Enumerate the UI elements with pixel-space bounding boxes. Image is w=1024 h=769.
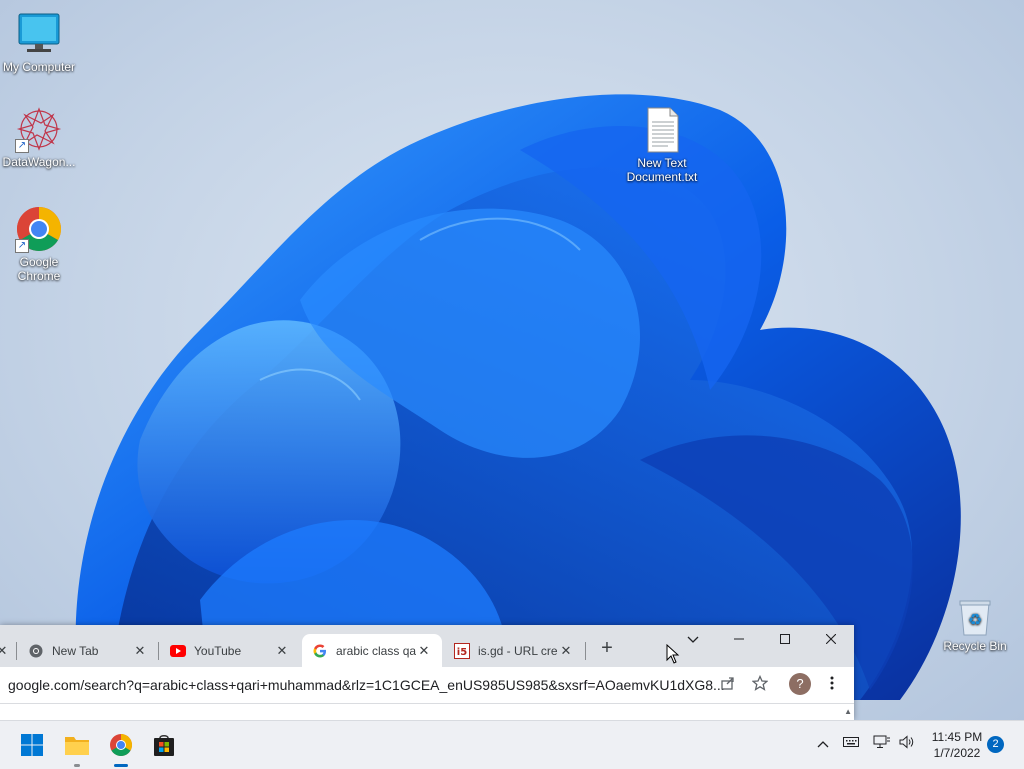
- desktop-icon-label: My Computer: [2, 60, 76, 74]
- maximize-icon: [780, 634, 790, 644]
- more-menu-icon[interactable]: [822, 675, 842, 695]
- tab-google-search-active[interactable]: arabic class qari ✕: [302, 634, 442, 667]
- desktop-icon-recycle-bin[interactable]: ♻ Recycle Bin: [935, 597, 1015, 653]
- chrome-window: ✕ New Tab ✕ YouTube ✕ arabic class qari …: [0, 625, 854, 721]
- bookmark-star-icon[interactable]: [750, 674, 770, 695]
- shortcut-arrow-icon: ↗: [15, 239, 29, 253]
- new-tab-button[interactable]: +: [596, 637, 618, 659]
- tab-title: arabic class qari: [336, 643, 416, 658]
- svg-text:i5: i5: [457, 647, 467, 658]
- maximize-button[interactable]: [762, 625, 808, 653]
- tab-divider: [585, 642, 586, 660]
- bloom-artwork: [75, 94, 961, 701]
- taskbar-file-explorer[interactable]: [61, 729, 93, 767]
- file-explorer-icon: [65, 737, 89, 755]
- taskbar: 11:45 PM 1/7/2022 2: [0, 720, 1024, 769]
- desktop-icon-label: Google Chrome: [17, 255, 61, 283]
- desktop-icon-datawagon[interactable]: ↗ DataWagon...: [0, 105, 79, 169]
- chrome-favicon-icon: [28, 643, 44, 659]
- show-hidden-icons-chevron-up-icon[interactable]: [812, 735, 834, 751]
- profile-avatar[interactable]: ?: [789, 673, 811, 695]
- minimize-icon: [734, 638, 744, 640]
- volume-icon[interactable]: [896, 735, 918, 752]
- active-indicator: [114, 764, 128, 767]
- chevron-down-icon: [687, 636, 699, 643]
- close-icon[interactable]: ✕: [274, 643, 290, 659]
- close-icon[interactable]: ✕: [132, 643, 148, 659]
- address-bar[interactable]: google.com/search?q=arabic+class+qari+mu…: [0, 671, 778, 699]
- tab-isgd[interactable]: i5 is.gd - URL cre ✕: [444, 634, 584, 667]
- close-icon[interactable]: ✕: [416, 643, 432, 659]
- network-icon[interactable]: [871, 735, 893, 752]
- store-icon: [154, 735, 174, 756]
- start-button[interactable]: [16, 729, 48, 761]
- close-icon[interactable]: ✕: [558, 643, 574, 659]
- scroll-down-arrow-icon[interactable]: ▲: [844, 707, 852, 716]
- close-icon: [825, 633, 837, 645]
- clock-date: 1/7/2022: [933, 746, 981, 760]
- chrome-icon: ↗: [15, 205, 63, 253]
- isgd-favicon-icon: i5: [454, 642, 470, 659]
- datawagon-icon: ↗: [15, 105, 63, 153]
- tab-new-tab[interactable]: New Tab ✕: [18, 634, 158, 667]
- system-clock[interactable]: 11:45 PM 1/7/2022: [926, 729, 988, 761]
- desktop-icon-new-text-document[interactable]: New Text Document.txt: [622, 106, 702, 184]
- tab-divider: [158, 642, 159, 660]
- running-indicator: [74, 764, 80, 767]
- text-file-icon: [638, 106, 686, 154]
- close-window-button[interactable]: [808, 625, 854, 653]
- tab-divider: [16, 642, 17, 660]
- youtube-favicon-icon: [170, 643, 186, 659]
- desktop-icon-label: Recycle Bin: [943, 639, 1007, 653]
- keyboard-icon[interactable]: [840, 735, 862, 751]
- desktop-icon-my-computer[interactable]: My Computer: [0, 10, 79, 74]
- desktop-icon-label: DataWagon...: [2, 155, 76, 169]
- minimize-button[interactable]: [716, 625, 762, 653]
- desktop-wallpaper: [0, 0, 1024, 720]
- tab-strip: ✕ New Tab ✕ YouTube ✕ arabic class qari …: [0, 625, 854, 667]
- close-icon[interactable]: ✕: [0, 643, 10, 659]
- chrome-icon: [110, 734, 132, 756]
- shortcut-arrow-icon: ↗: [15, 139, 29, 153]
- clock-time: 11:45 PM: [931, 730, 983, 744]
- share-icon[interactable]: [718, 675, 738, 695]
- windows-start-icon: [21, 734, 43, 756]
- computer-icon: [15, 10, 63, 58]
- google-favicon-icon: [312, 643, 328, 659]
- notification-badge[interactable]: 2: [987, 736, 1004, 753]
- mouse-cursor-icon: [666, 643, 680, 669]
- tab-youtube[interactable]: YouTube ✕: [160, 634, 300, 667]
- desktop-icon-label: New Text Document.txt: [626, 156, 698, 184]
- desktop-icon-google-chrome[interactable]: ↗ Google Chrome: [0, 205, 79, 283]
- taskbar-chrome[interactable]: [105, 729, 137, 767]
- taskbar-store[interactable]: [148, 729, 180, 761]
- tab-partial[interactable]: ✕: [0, 634, 14, 667]
- tab-title: is.gd - URL cre: [478, 643, 558, 658]
- page-content-area[interactable]: ▲: [0, 703, 854, 721]
- svg-text:♻: ♻: [968, 610, 982, 629]
- tab-title: YouTube: [194, 643, 242, 658]
- recycle-bin-icon: ♻: [955, 597, 995, 637]
- tab-title: New Tab: [52, 643, 99, 658]
- browser-toolbar: google.com/search?q=arabic+class+qari+mu…: [0, 667, 854, 703]
